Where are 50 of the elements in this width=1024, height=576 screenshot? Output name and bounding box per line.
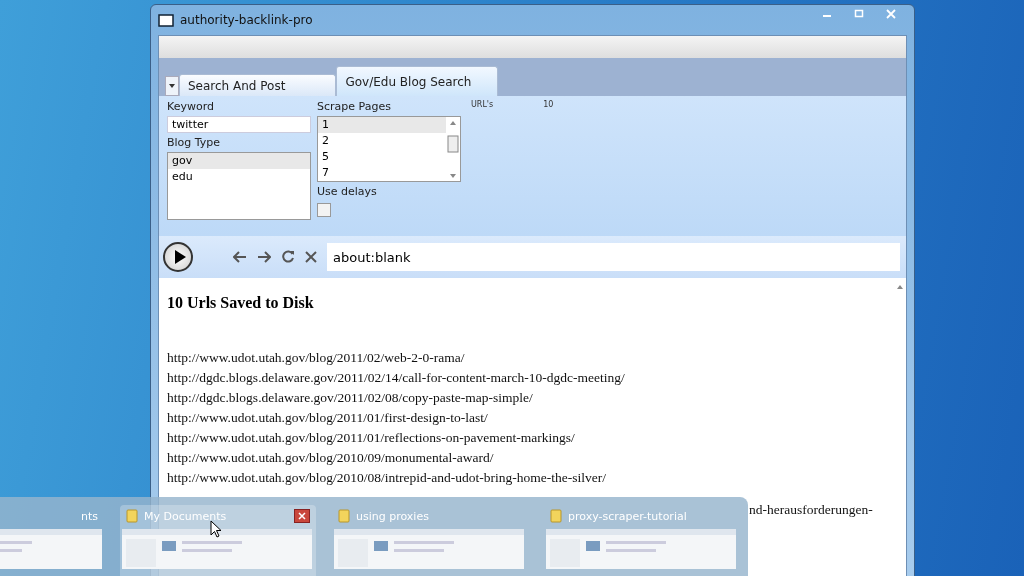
list-item[interactable]: edu [168, 169, 310, 185]
url-text: nd-herausforderungen- [749, 502, 873, 517]
list-item[interactable]: 2 [318, 133, 446, 149]
window-icon [158, 13, 174, 27]
list-item[interactable]: gov [168, 153, 310, 169]
url-text: http://www.udot.utah.gov/blog/2010/09/monumental-award/ [167, 449, 495, 467]
list-item[interactable]: 7 [318, 165, 446, 181]
list-item[interactable]: 1 [318, 117, 446, 133]
url-text: http://www.udot.utah.gov/blog/2010/08/intrepid-and-udot-bring-home-the-silver/ [167, 469, 607, 487]
urls-count: 10 [543, 100, 554, 111]
field-label: Blog Type [167, 136, 222, 149]
url-text: http://www.udot.utah.gov/blog/2011/01/first-design-to-last/ [167, 409, 489, 427]
preview-title: proxy-scraper-tutorial [568, 509, 687, 523]
scrape-pages-list[interactable]: 1 2 5 7 [317, 116, 461, 182]
urls-label: URL's [471, 100, 494, 111]
preview-title: nts [81, 509, 98, 523]
folder-icon [126, 509, 138, 523]
page-heading: 10 Urls Saved to Disk [167, 294, 315, 312]
tab-menu-button[interactable] [165, 76, 179, 96]
use-delays-checkbox[interactable] [317, 203, 331, 217]
keyword-field[interactable]: twitter [167, 116, 311, 133]
window-title: authority-backlink-pro [180, 13, 313, 27]
refresh-icon[interactable] [281, 250, 295, 264]
maximize-icon [854, 9, 864, 19]
caret-icon [169, 84, 175, 88]
list-item[interactable]: 5 [318, 149, 446, 165]
checkbox-label: Use delays [317, 185, 378, 198]
close-icon [298, 512, 306, 520]
close-button[interactable] [294, 509, 310, 523]
play-icon [172, 249, 187, 265]
folder-icon [550, 509, 562, 523]
blog-type-list[interactable]: gov edu [167, 152, 311, 220]
preview-title: My Documents [144, 509, 227, 523]
field-label: Keyword [167, 100, 215, 113]
url-text: http://dgdc.blogs.delaware.gov/2011/02/08/copy-paste-map-simple/ [167, 389, 534, 407]
close-icon [886, 9, 896, 19]
url-text: http://www.udot.utah.gov/blog/2011/01/reflections-on-pavement-markings/ [167, 429, 576, 447]
field-label: Scrape Pages [317, 100, 392, 113]
tab[interactable]: Search And Post [179, 74, 337, 96]
url-text: http://www.udot.utah.gov/blog/2011/02/web-2-0-rama/ [167, 349, 466, 367]
url-text: http://dgdc.blogs.delaware.gov/2011/02/14/call-for-content-march-10-dgdc-meeting/ [167, 369, 626, 387]
play-button[interactable] [163, 242, 193, 272]
stop-icon[interactable] [305, 251, 317, 263]
mouse-cursor [210, 520, 222, 538]
preview-title: using proxies [356, 509, 429, 523]
tab[interactable]: Gov/Edu Blog Search [336, 66, 499, 96]
forward-icon[interactable] [257, 251, 271, 263]
address-field[interactable]: about:blank [327, 243, 900, 271]
folder-icon [338, 509, 350, 523]
back-icon[interactable] [233, 251, 247, 263]
